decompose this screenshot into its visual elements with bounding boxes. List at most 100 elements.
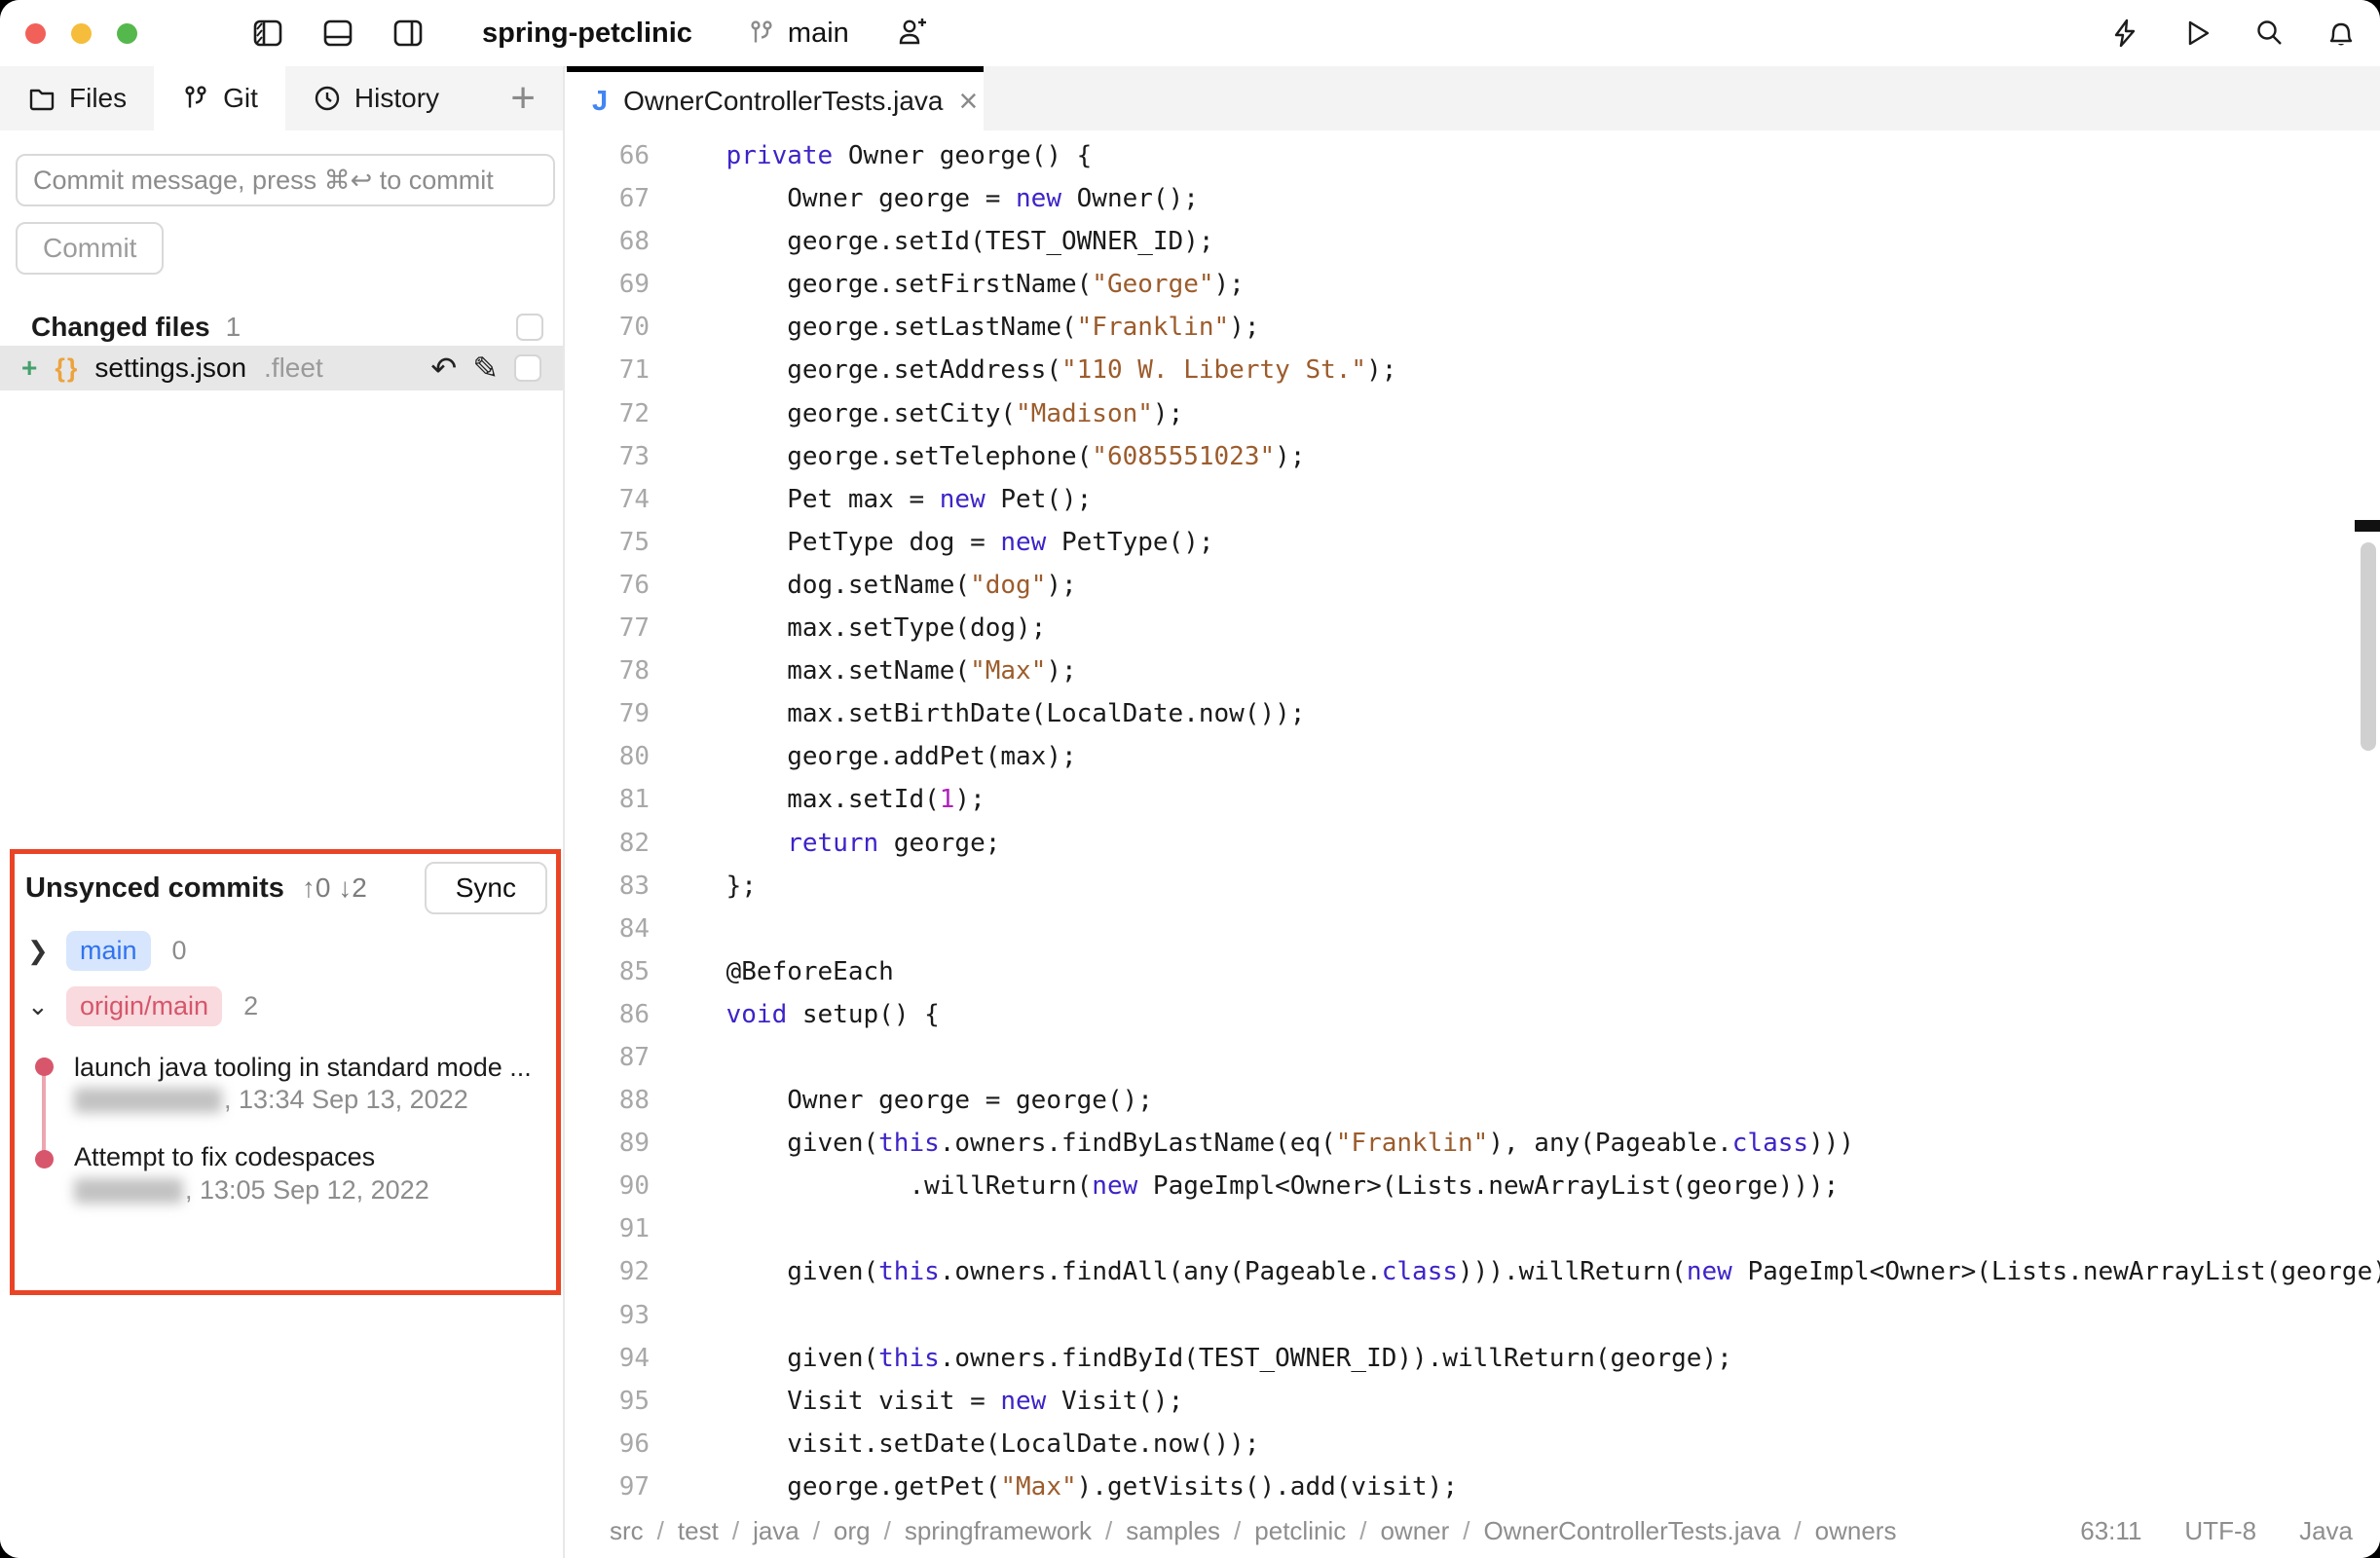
code-line: 70 george.setLastName("Franklin"); [567,306,2380,349]
new-sidebar-tab-button[interactable]: + [499,66,547,130]
toggle-right-panel-icon[interactable] [392,18,424,49]
file-encoding[interactable]: UTF-8 [2184,1516,2256,1546]
caret-position[interactable]: 63:11 [2080,1516,2141,1546]
line-number: 68 [567,220,650,263]
scrollbar-thumb[interactable] [2361,542,2376,751]
quick-actions-icon[interactable] [2109,18,2140,49]
chevron-right-icon[interactable]: ❯ [27,936,66,966]
branch-name: main [788,18,849,50]
breadcrumb-item[interactable]: OwnerControllerTests.java [1484,1516,1781,1546]
commit-message[interactable]: launch java tooling in standard mode ... [74,1053,543,1083]
commit-meta: , 13:05 Sep 12, 2022 [74,1175,429,1206]
file-name: settings.json [94,352,246,384]
code-line: 73 george.setTelephone("6085551023"); [567,435,2380,478]
branch-row-origin-main[interactable]: ⌄origin/main 2 [27,983,258,1028]
code-line: 90 .willReturn(new PageImpl<Owner>(Lists… [567,1165,2380,1207]
close-tab-icon[interactable]: × [958,83,978,121]
breadcrumb-item[interactable]: springframework [905,1516,1092,1546]
sidebar-tab-files[interactable]: Files [0,66,154,130]
sidebar-tab-label: History [354,83,439,114]
editor-tab-ownercontrollertests[interactable]: J OwnerControllerTests.java × [567,66,984,130]
code-line: 72 george.setCity("Madison"); [567,392,2380,435]
branch-switcher[interactable]: main [747,18,849,50]
clock-icon [313,84,342,113]
code-text: Owner george = new Owner(); [665,177,1199,220]
branch-commit-count: 2 [243,991,258,1021]
editor-status-bar: src/test/java/org/springframework/sample… [567,1503,2380,1558]
code-text: return george; [665,822,1000,865]
breadcrumb-separator: / [884,1516,891,1546]
java-file-icon: J [592,86,608,118]
code-text: private Owner george() { [665,134,1092,177]
code-text: }; [665,865,757,908]
edit-pencil-icon[interactable]: ✎ [472,352,499,384]
run-icon[interactable] [2181,18,2213,49]
sidebar-tab-git[interactable]: Git [154,66,285,130]
code-text: max.setId(1); [665,778,985,821]
commit-message-placeholder: Commit message, press ⌘↩ to commit [33,166,494,196]
sync-button[interactable]: Sync [425,862,547,914]
line-number: 91 [567,1207,650,1250]
line-number: 93 [567,1294,650,1337]
branch-badge: origin/main [66,986,222,1026]
breadcrumb-item[interactable]: samples [1126,1516,1220,1546]
line-number: 76 [567,564,650,607]
code-line: 85 @BeforeEach [567,950,2380,993]
commit-button[interactable]: Commit [16,222,164,275]
breadcrumb-item[interactable]: org [834,1516,871,1546]
line-number: 79 [567,692,650,735]
code-line: 91 [567,1207,2380,1250]
commit-meta: , 13:34 Sep 13, 2022 [74,1085,468,1115]
breadcrumb-item[interactable]: owner [1380,1516,1449,1546]
branch-badge: main [66,931,151,971]
chevron-down-icon[interactable]: ⌄ [27,991,66,1021]
breadcrumb-item[interactable]: petclinic [1254,1516,1346,1546]
branch-commit-count: 0 [172,936,187,966]
commit-graph-line [42,1066,46,1159]
branch-row-main[interactable]: ❯main 0 [27,928,187,973]
code-line: 76 dog.setName("dog"); [567,564,2380,607]
select-all-checkbox[interactable] [516,314,543,341]
code-text: @BeforeEach [665,950,894,993]
line-number: 75 [567,521,650,564]
zoom-window-button[interactable] [117,23,137,44]
line-number: 71 [567,349,650,391]
search-icon[interactable] [2253,18,2285,49]
rollback-icon[interactable]: ↶ [430,352,457,384]
code-text: george.setAddress("110 W. Liberty St."); [665,349,1396,391]
code-text: visit.setDate(LocalDate.now()); [665,1423,1259,1465]
line-number: 69 [567,263,650,306]
toggle-bottom-panel-icon[interactable] [322,18,353,49]
line-number: 84 [567,908,650,950]
close-window-button[interactable] [25,23,46,44]
line-number: 97 [567,1465,650,1503]
sidebar-tab-label: Git [223,83,258,114]
fleet-window: spring-petclinic main [0,0,2380,1558]
file-language[interactable]: Java [2299,1516,2353,1546]
breadcrumb-item[interactable]: test [678,1516,719,1546]
code-line: 88 Owner george = george(); [567,1079,2380,1122]
code-line: 93 [567,1294,2380,1337]
toggle-left-panel-icon[interactable] [252,18,283,49]
line-number: 66 [567,134,650,177]
minimize-window-button[interactable] [71,23,92,44]
changed-file-row[interactable]: + {} settings.json .fleet ↶ ✎ [0,346,563,390]
breadcrumb-separator: / [657,1516,664,1546]
breadcrumb-item[interactable]: owners [1815,1516,1897,1546]
sidebar-tab-history[interactable]: History [285,66,466,130]
commit-message[interactable]: Attempt to fix codespaces [74,1142,543,1172]
notifications-bell-icon[interactable] [2325,18,2357,49]
editor-tab-label: OwnerControllerTests.java [623,86,943,117]
line-number: 88 [567,1079,650,1122]
code-text: .willReturn(new PageImpl<Owner>(Lists.ne… [665,1165,1839,1207]
git-branch-icon [747,19,776,48]
line-number: 87 [567,1036,650,1079]
code-line: 95 Visit visit = new Visit(); [567,1380,2380,1423]
commit-message-input[interactable]: Commit message, press ⌘↩ to commit [16,154,555,206]
add-collaborator-icon[interactable] [896,16,929,47]
code-viewport[interactable]: 66 private Owner george() {67 Owner geor… [567,130,2380,1503]
breadcrumb-item[interactable]: java [753,1516,800,1546]
file-checkbox[interactable] [514,354,541,382]
breadcrumb-item[interactable]: src [610,1516,644,1546]
project-title[interactable]: spring-petclinic [482,18,692,50]
